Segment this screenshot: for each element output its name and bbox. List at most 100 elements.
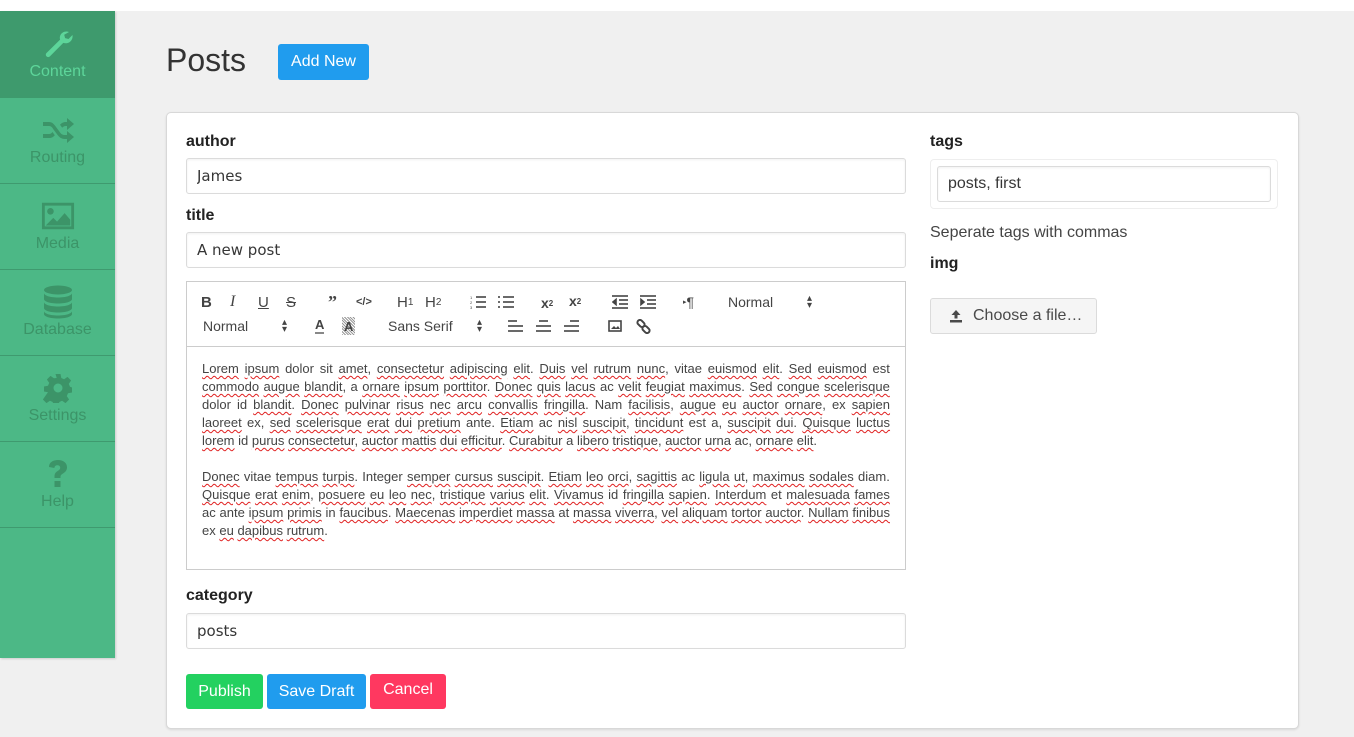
sidebar-item-label: Database	[23, 321, 92, 338]
link-icon[interactable]	[636, 317, 651, 335]
author-label: author	[186, 133, 236, 150]
misspelled-word: sodales	[808, 469, 854, 484]
bullet-list-icon[interactable]	[498, 293, 514, 311]
misspelled-word: libero	[577, 433, 609, 448]
sidebar-item-database[interactable]: Database	[0, 270, 115, 356]
misspelled-word: Quisque	[802, 415, 851, 430]
misspelled-word: massa	[516, 505, 555, 520]
align-right-icon[interactable]	[564, 317, 579, 335]
misspelled-word: porttitor	[443, 379, 487, 394]
misspelled-word: finibus	[852, 505, 890, 520]
upload-icon	[950, 310, 962, 323]
misspelled-word: cursus	[454, 469, 493, 484]
sidebar-item-label: Help	[41, 493, 74, 510]
misspelled-word: orci	[607, 469, 629, 484]
choose-file-button[interactable]: Choose a file…	[930, 298, 1097, 334]
misspelled-word: nec	[410, 487, 432, 502]
misspelled-word: augue	[263, 379, 300, 394]
cancel-button[interactable]: Cancel	[370, 674, 446, 709]
align-left-icon[interactable]	[508, 317, 523, 335]
misspelled-word: vel	[571, 361, 588, 376]
outdent-icon[interactable]	[612, 293, 628, 311]
editor-content[interactable]: Lorem ipsum dolor sit amet, consectetur …	[187, 347, 905, 571]
misspelled-word: arcu	[456, 397, 483, 412]
misspelled-word: ipsum	[244, 361, 280, 376]
misspelled-word: euismod	[817, 361, 867, 376]
misspelled-word: enim	[281, 487, 311, 502]
publish-button[interactable]: Publish	[186, 674, 263, 709]
misspelled-word: dui	[439, 433, 458, 448]
misspelled-word: primis	[287, 505, 322, 520]
misspelled-word: sed	[269, 415, 291, 430]
subscript-icon[interactable]: x2	[541, 294, 553, 312]
text-direction-icon[interactable]: ▸ ¶	[683, 293, 694, 311]
save-draft-button[interactable]: Save Draft	[267, 674, 366, 709]
misspelled-word: commodo	[202, 379, 260, 394]
misspelled-word: pretium	[417, 415, 461, 430]
indent-icon[interactable]	[640, 293, 656, 311]
sidebar: Content Routing Media Database Settings …	[0, 11, 115, 658]
database-icon	[41, 285, 75, 319]
background-color-icon[interactable]: A	[342, 317, 356, 335]
misspelled-word: consectetur	[376, 361, 445, 376]
misspelled-word: mattis	[401, 433, 437, 448]
align-center-icon[interactable]	[536, 317, 551, 335]
page-title: Posts	[166, 42, 247, 78]
misspelled-word: nec	[429, 397, 451, 412]
header-2-icon[interactable]: H2	[425, 293, 441, 311]
misspelled-word: auctor	[742, 397, 779, 412]
header-picker[interactable]: Normal ▴ ▾	[203, 317, 287, 335]
misspelled-word: auctor	[665, 433, 702, 448]
ordered-list-icon[interactable]: 123	[470, 293, 486, 311]
wrench-icon	[41, 28, 75, 60]
misspelled-word: Interdum	[715, 487, 767, 502]
strikethrough-icon[interactable]: S	[286, 293, 296, 311]
sidebar-item-settings[interactable]: Settings	[0, 356, 115, 442]
header-1-icon[interactable]: H1	[397, 293, 413, 311]
font-picker[interactable]: Sans Serif ▴ ▾	[388, 317, 482, 335]
sidebar-item-label: Media	[35, 235, 80, 252]
misspelled-word: auctor	[361, 433, 398, 448]
sidebar-item-routing[interactable]: Routing	[0, 98, 115, 184]
misspelled-word: Nullam	[808, 505, 849, 520]
underline-icon[interactable]: U	[258, 293, 269, 311]
misspelled-word: Donec	[494, 379, 533, 394]
misspelled-word: elit	[529, 487, 546, 502]
size-picker[interactable]: Normal ▴ ▾	[728, 293, 812, 311]
sidebar-item-content[interactable]: Content	[0, 11, 115, 98]
misspelled-word: fringilla	[543, 397, 586, 412]
italic-icon[interactable]: I	[230, 293, 235, 311]
misspelled-word: amet	[338, 361, 368, 376]
sidebar-item-help[interactable]: Help	[0, 442, 115, 528]
add-new-button[interactable]: Add New	[278, 44, 369, 80]
misspelled-word: luctus	[856, 415, 891, 430]
bold-icon[interactable]: B	[201, 293, 212, 311]
tags-help-text: Seperate tags with commas	[930, 224, 1128, 241]
question-icon	[41, 458, 75, 490]
misspelled-word: elit	[796, 433, 814, 448]
misspelled-word: nunc	[636, 361, 666, 376]
shuffle-icon	[41, 114, 75, 146]
code-block-icon[interactable]: </>	[356, 293, 372, 311]
misspelled-word: elit	[513, 361, 531, 376]
tags-input[interactable]	[937, 166, 1271, 202]
misspelled-word: adipiscing	[449, 361, 508, 376]
superscript-icon[interactable]: x2	[569, 292, 581, 310]
misspelled-word: quis	[536, 379, 561, 394]
author-input[interactable]	[186, 158, 906, 194]
img-label: img	[930, 255, 959, 272]
misspelled-word: Donec	[301, 397, 339, 412]
title-input[interactable]	[186, 232, 906, 268]
category-input[interactable]	[186, 613, 906, 649]
misspelled-word: leo	[586, 469, 604, 484]
blockquote-icon[interactable]: ”	[328, 292, 337, 312]
sidebar-item-media[interactable]: Media	[0, 184, 115, 270]
misspelled-word: rutrum	[286, 523, 325, 538]
header-picker-value: Normal	[203, 318, 249, 334]
misspelled-word: Sed	[749, 379, 773, 394]
misspelled-word: velit	[618, 379, 642, 394]
size-picker-value: Normal	[728, 294, 774, 310]
text-color-icon[interactable]: A	[315, 317, 325, 334]
misspelled-word: suscipit	[727, 415, 771, 430]
image-icon[interactable]	[608, 317, 622, 335]
